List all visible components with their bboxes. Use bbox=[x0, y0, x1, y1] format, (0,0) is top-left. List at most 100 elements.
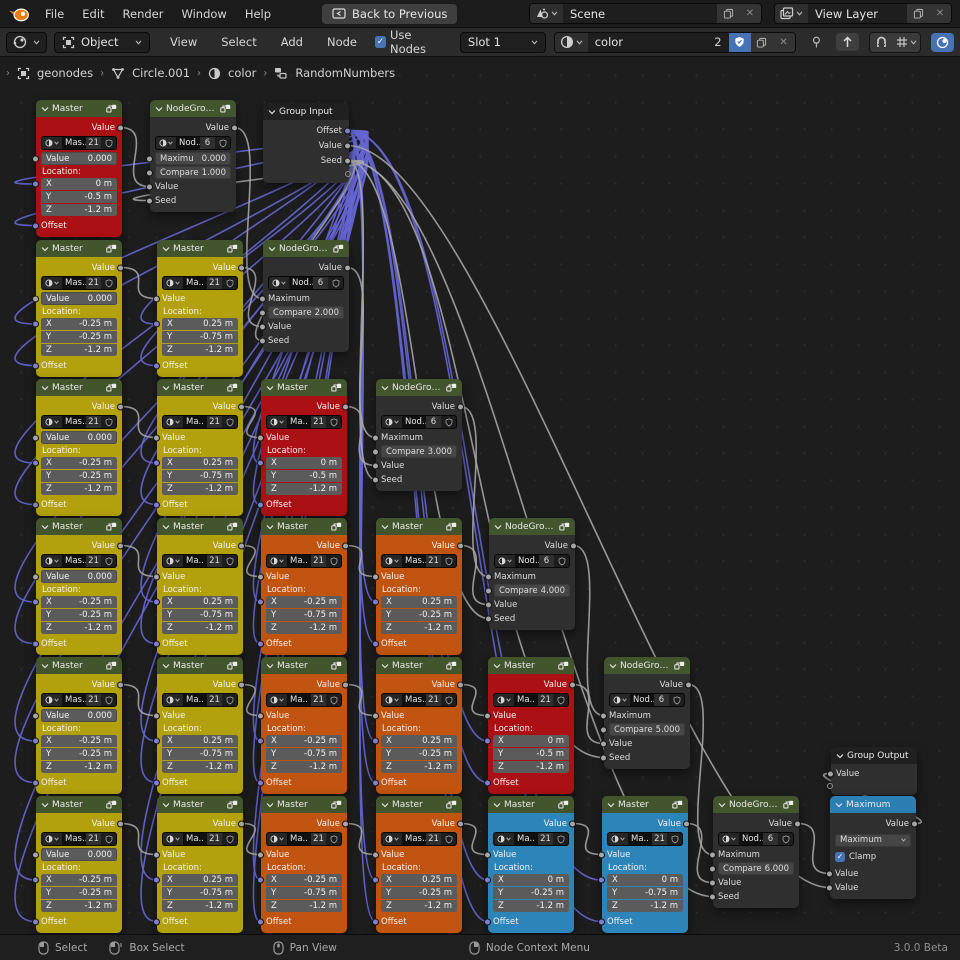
collapse-chevron-icon[interactable] bbox=[607, 802, 615, 808]
view-layer-remove-button[interactable]: ✕ bbox=[929, 4, 951, 23]
collapse-chevron-icon[interactable] bbox=[381, 663, 389, 669]
fake-user-shield-icon[interactable] bbox=[226, 835, 234, 844]
location-x-field[interactable]: X0.25 m bbox=[162, 874, 238, 886]
value-socket[interactable] bbox=[117, 542, 124, 549]
loc-socket[interactable] bbox=[257, 460, 264, 467]
node-nodegroup[interactable]: NodeGroup.003Value Nod.. 6 MaximumCompar… bbox=[489, 518, 575, 630]
valuein-socket[interactable] bbox=[32, 573, 39, 580]
collapse-chevron-icon[interactable] bbox=[381, 524, 389, 530]
collapse-chevron-icon[interactable] bbox=[266, 385, 274, 391]
compare-field[interactable]: Compare4.000 bbox=[494, 584, 570, 597]
valuein-socket[interactable] bbox=[259, 323, 266, 330]
location-z-field[interactable]: Z-1.2 m bbox=[41, 761, 117, 773]
material-id-selector[interactable]: Nod.. 6 bbox=[155, 136, 231, 150]
location-z-field[interactable]: Z-1.2 m bbox=[381, 761, 457, 773]
collapse-chevron-icon[interactable] bbox=[268, 109, 276, 115]
material-id-selector[interactable]: Ma.. 21 bbox=[266, 554, 342, 568]
loc-socket[interactable] bbox=[153, 321, 160, 328]
valuein-socket[interactable] bbox=[32, 851, 39, 858]
fake-user-shield-icon[interactable] bbox=[558, 557, 566, 566]
location-y-field[interactable]: Y-0.25 m bbox=[41, 331, 117, 343]
loc-socket[interactable] bbox=[372, 877, 379, 884]
material-id-selector[interactable]: Ma.. 21 bbox=[493, 693, 569, 707]
fake-user-shield-icon[interactable] bbox=[557, 696, 565, 705]
material-users-count[interactable]: 6 bbox=[539, 555, 554, 567]
collapse-chevron-icon[interactable] bbox=[41, 663, 49, 669]
node-header[interactable]: Master bbox=[157, 796, 243, 813]
loc-socket[interactable] bbox=[32, 877, 39, 884]
collapse-chevron-icon[interactable] bbox=[162, 802, 170, 808]
valuein-socket[interactable] bbox=[32, 712, 39, 719]
operation-dropdown[interactable]: Maximum bbox=[835, 834, 911, 847]
loc-socket[interactable] bbox=[153, 877, 160, 884]
node-header[interactable]: Maximum bbox=[830, 796, 916, 813]
node-header[interactable]: Master bbox=[157, 240, 243, 257]
menu-edit[interactable]: Edit bbox=[73, 7, 113, 21]
node-master[interactable]: MasterValue Ma.. 21 ValueLocation: X0.25… bbox=[157, 796, 243, 933]
material-users-count[interactable]: 6 bbox=[763, 833, 778, 845]
seed-socket[interactable] bbox=[372, 476, 379, 483]
value-socket[interactable] bbox=[117, 820, 124, 827]
material-users-count[interactable]: 21 bbox=[652, 833, 667, 845]
maximum-socket[interactable] bbox=[485, 573, 492, 580]
fake-user-shield-icon[interactable] bbox=[105, 557, 113, 566]
offset-socket[interactable] bbox=[153, 501, 160, 508]
location-y-field[interactable]: Y-0.5 m bbox=[493, 748, 569, 760]
material-id-selector[interactable]: Ma.. 21 bbox=[162, 693, 238, 707]
menu-view[interactable]: View bbox=[158, 35, 209, 49]
fake-user-shield-icon[interactable] bbox=[105, 139, 113, 148]
location-y-field[interactable]: Y-0.75 m bbox=[162, 748, 238, 760]
material-id-selector[interactable]: Mas... 21 bbox=[41, 415, 117, 429]
node-header[interactable]: Master bbox=[157, 657, 243, 674]
collapse-chevron-icon[interactable] bbox=[266, 802, 274, 808]
fake-user-button[interactable] bbox=[441, 833, 456, 845]
loc-socket[interactable] bbox=[257, 599, 264, 606]
node-editor-canvas[interactable]: MasterValue Mas... 21 Value0.000Location… bbox=[0, 0, 960, 960]
fake-user-shield-icon[interactable] bbox=[226, 418, 234, 427]
breadcrumb-object[interactable]: geonodes bbox=[37, 66, 93, 80]
node-master[interactable]: MasterValue Ma.. 21 ValueLocation: X-0.2… bbox=[261, 518, 347, 655]
node-master[interactable]: MasterValue Mas... 21 Value0.000Location… bbox=[36, 657, 122, 794]
location-y-field[interactable]: Y-0.25 m bbox=[381, 748, 457, 760]
fake-user-button[interactable] bbox=[326, 694, 341, 706]
fake-user-button[interactable] bbox=[667, 833, 682, 845]
material-users-count[interactable]: 21 bbox=[207, 555, 222, 567]
material-id-selector[interactable]: Mas... 21 bbox=[381, 693, 457, 707]
fake-user-button[interactable] bbox=[222, 555, 237, 567]
material-id-selector[interactable]: Ma.. 21 bbox=[162, 276, 238, 290]
node-master[interactable]: MasterValue Ma.. 21 ValueLocation: X-0.2… bbox=[261, 657, 347, 794]
node-header[interactable]: Group Input bbox=[263, 103, 349, 120]
value-socket[interactable] bbox=[344, 264, 351, 271]
location-vector[interactable]: X0 m Y-0.75 m Z-1.2 m bbox=[607, 874, 683, 912]
location-z-field[interactable]: Z-1.2 m bbox=[266, 900, 342, 912]
location-vector[interactable]: X-0.25 m Y-0.75 m Z-1.2 m bbox=[266, 874, 342, 912]
compare-socket[interactable] bbox=[709, 865, 716, 872]
scene-copy-button[interactable] bbox=[717, 4, 739, 23]
value-socket[interactable] bbox=[117, 403, 124, 410]
valuein-socket[interactable] bbox=[484, 712, 491, 719]
valuein-socket[interactable] bbox=[153, 434, 160, 441]
node-master[interactable]: MasterValue Mas... 21 ValueLocation: X0.… bbox=[376, 518, 462, 655]
location-vector[interactable]: X-0.25 m Y-0.25 m Z-1.2 m bbox=[41, 735, 117, 773]
material-users-count[interactable]: 21 bbox=[426, 555, 441, 567]
maximum-field[interactable]: Maximu0.000 bbox=[155, 152, 231, 165]
value-socket[interactable] bbox=[685, 681, 692, 688]
location-z-field[interactable]: Z-1.2 m bbox=[162, 344, 238, 356]
valuein-socket[interactable] bbox=[257, 851, 264, 858]
menu-render[interactable]: Render bbox=[114, 7, 173, 21]
value-field[interactable]: Value0.000 bbox=[41, 431, 117, 444]
compare-field[interactable]: Compare6.000 bbox=[718, 862, 794, 875]
location-y-field[interactable]: Y-0.5 m bbox=[266, 470, 342, 482]
material-id-selector[interactable]: Ma.. 21 bbox=[162, 554, 238, 568]
collapse-chevron-icon[interactable] bbox=[836, 753, 844, 759]
location-x-field[interactable]: X0.25 m bbox=[162, 318, 238, 330]
loc-socket[interactable] bbox=[257, 738, 264, 745]
breadcrumb-mesh[interactable]: Circle.001 bbox=[132, 66, 190, 80]
offset-socket[interactable] bbox=[32, 222, 39, 229]
node-header[interactable]: Master bbox=[376, 796, 462, 813]
node-nodegroup[interactable]: NodeGroup.003Value Nod.. 6 MaximumCompar… bbox=[713, 796, 799, 908]
valuein-socket[interactable] bbox=[146, 183, 153, 190]
fake-user-button[interactable] bbox=[326, 416, 341, 428]
material-users-count[interactable]: 21 bbox=[86, 833, 101, 845]
maximum-socket[interactable] bbox=[372, 434, 379, 441]
